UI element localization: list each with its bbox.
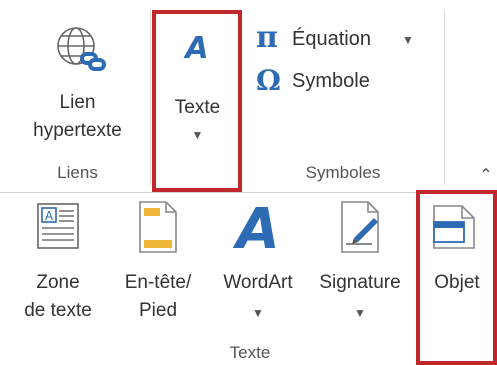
signature-line-icon <box>341 201 379 253</box>
textbox-icon: A <box>37 203 79 249</box>
svg-text:A: A <box>45 209 54 223</box>
header-footer-label-line1: En-tête/ <box>124 272 192 293</box>
hyperlink-label-line1: Lien <box>59 92 96 113</box>
header-footer-button[interactable]: En-tête/ Pied <box>108 198 208 343</box>
signature-label: Signature <box>319 272 401 293</box>
textbox-label-line2: de texte <box>24 300 92 321</box>
chevron-down-icon: ▼ <box>402 33 414 47</box>
collapse-ribbon-icon[interactable]: ⌃ <box>476 165 496 185</box>
equation-label: Équation <box>292 28 371 50</box>
highlight-box-texte <box>152 10 242 192</box>
hyperlink-label-line2: hypertexte <box>33 120 122 141</box>
separator <box>444 10 445 185</box>
wordart-button[interactable]: A WordArt ▼ <box>208 198 308 343</box>
separator <box>150 10 151 185</box>
pi-icon: π <box>256 20 278 55</box>
chevron-down-icon: ▼ <box>354 306 366 320</box>
hyperlink-button[interactable]: Lien hypertexte <box>10 18 145 158</box>
wordart-icon: A <box>232 198 279 256</box>
symbol-label: Symbole <box>292 70 370 92</box>
signature-button[interactable]: Signature ▼ <box>310 198 410 343</box>
highlight-box-objet <box>416 190 497 365</box>
header-footer-label-line2: Pied <box>138 300 178 321</box>
group-label-symboles: Symboles <box>305 163 381 182</box>
wordart-label: WordArt <box>223 272 293 293</box>
textbox-button[interactable]: A Zone de texte <box>8 198 108 343</box>
globe-link-icon <box>57 27 106 71</box>
equation-button[interactable]: π Équation ▼ <box>252 20 422 56</box>
header-footer-icon <box>139 201 177 253</box>
group-label-liens: Liens <box>57 163 98 182</box>
omega-icon: Ω <box>256 64 281 97</box>
textbox-label-line1: Zone <box>36 272 80 293</box>
svg-text:A: A <box>232 198 279 256</box>
symbol-button[interactable]: Ω Symbole <box>252 64 402 98</box>
chevron-down-icon: ▼ <box>252 306 264 320</box>
group-label-texte: Texte <box>229 343 271 362</box>
